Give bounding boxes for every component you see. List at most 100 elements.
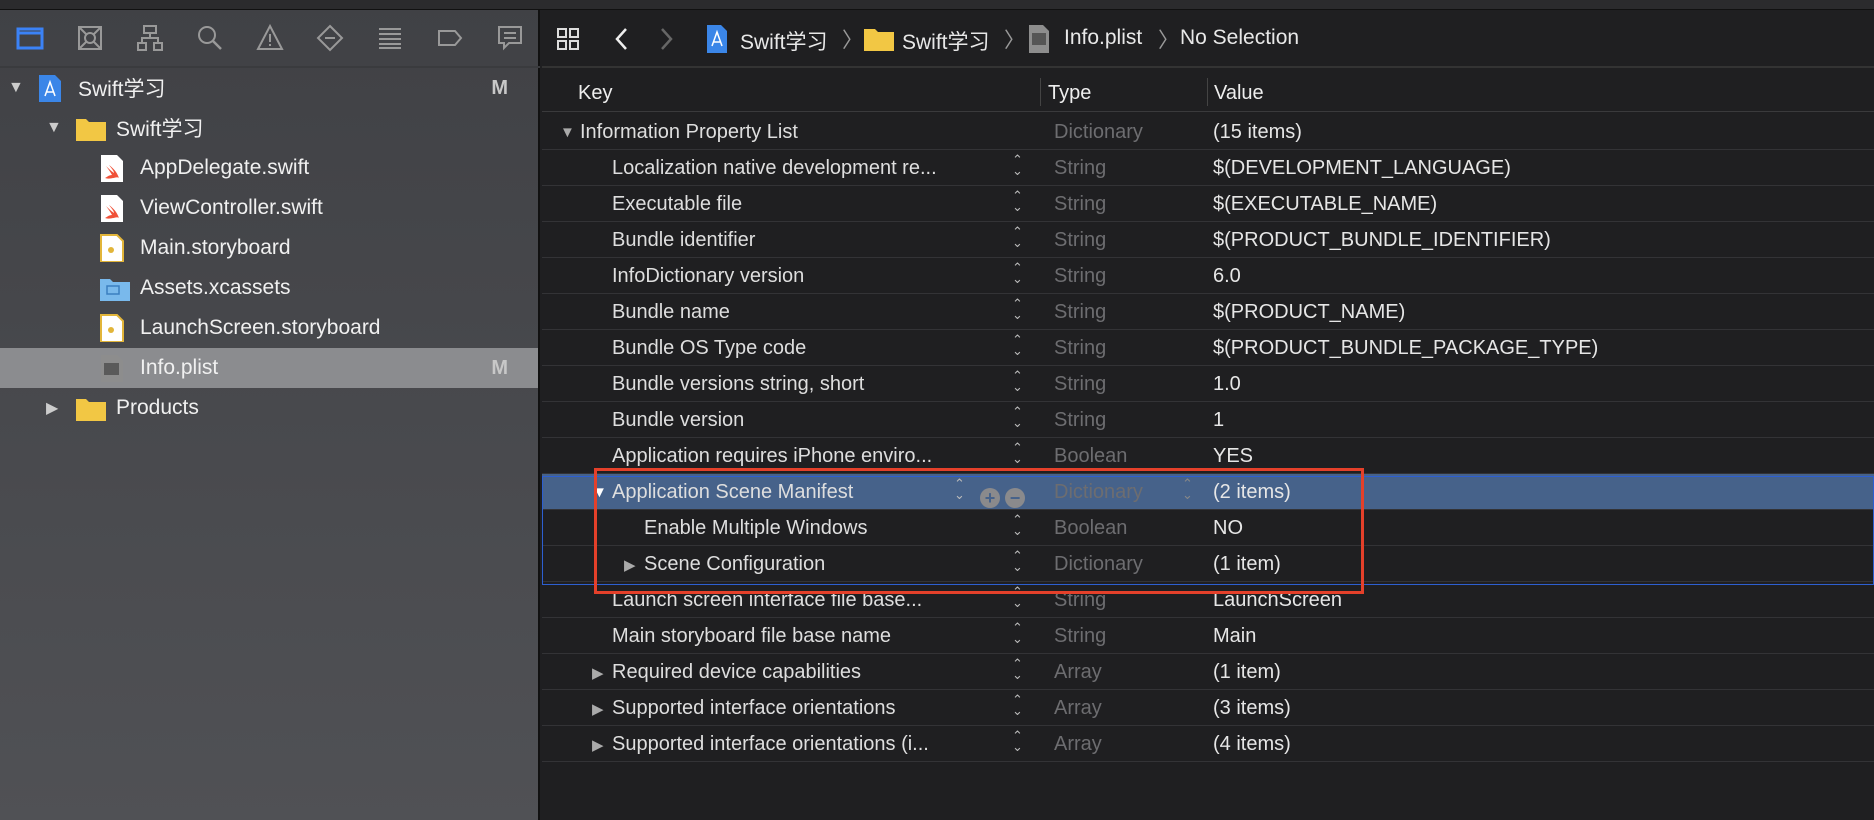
- navigator-item[interactable]: ViewController.swift: [0, 188, 538, 228]
- plist-key[interactable]: InfoDictionary version: [612, 265, 804, 288]
- plist-row[interactable]: Application requires iPhone enviro... ⌃ ⌄ B…: [542, 438, 1874, 474]
- plist-key[interactable]: Enable Multiple Windows: [644, 517, 867, 540]
- plist-key[interactable]: Bundle OS Type code: [612, 337, 806, 360]
- column-divider[interactable]: [1207, 78, 1208, 106]
- key-stepper-icon[interactable]: ⌃ ⌄: [1012, 261, 1023, 285]
- plist-row[interactable]: Bundle versions string, short ⌃ ⌄ String 1.0: [542, 366, 1874, 402]
- plist-value[interactable]: YES: [1213, 445, 1253, 468]
- plist-type[interactable]: Dictionary: [1054, 553, 1143, 576]
- key-stepper-icon[interactable]: ⌃ ⌄: [1012, 441, 1023, 465]
- key-stepper-icon[interactable]: ⌃ ⌄: [1012, 297, 1023, 321]
- key-stepper-icon[interactable]: ⌃ ⌄: [1012, 369, 1023, 393]
- navigator-item[interactable]: Main.storyboard: [0, 228, 538, 268]
- disclosure-open-icon[interactable]: ▼: [8, 79, 24, 97]
- navigator-item[interactable]: Assets.xcassets: [0, 268, 538, 308]
- navigator-item[interactable]: ▼ Swift学习: [0, 108, 538, 148]
- navigator-tab-debug[interactable]: [360, 9, 420, 67]
- breadcrumb-selection[interactable]: No Selection: [1180, 26, 1299, 50]
- navigator-item[interactable]: LaunchScreen.storyboard: [0, 308, 538, 348]
- column-header-type[interactable]: Type: [1048, 82, 1091, 105]
- plist-key[interactable]: Bundle versions string, short: [612, 373, 864, 396]
- plist-value[interactable]: NO: [1213, 517, 1243, 540]
- key-stepper-icon[interactable]: ⌃ ⌄: [1012, 225, 1023, 249]
- plist-row[interactable]: Bundle OS Type code ⌃ ⌄ String $(PRODUCT_BUN…: [542, 330, 1874, 366]
- plist-value[interactable]: (15 items): [1213, 121, 1302, 144]
- plist-value[interactable]: Main: [1213, 625, 1256, 648]
- plist-type[interactable]: Array: [1054, 661, 1102, 684]
- plist-type[interactable]: Array: [1054, 733, 1102, 756]
- plist-key[interactable]: Application requires iPhone enviro...: [612, 445, 932, 468]
- plist-row[interactable]: Localization native development re... ⌃ ⌄ S…: [542, 150, 1874, 186]
- navigator-tab-warning[interactable]: [240, 9, 300, 67]
- disclosure-closed-icon[interactable]: ▶: [592, 736, 604, 754]
- plist-value[interactable]: 1.0: [1213, 373, 1241, 396]
- plist-key[interactable]: Information Property List: [580, 121, 798, 144]
- plist-key[interactable]: Bundle identifier: [612, 229, 755, 252]
- plist-type[interactable]: String: [1054, 409, 1106, 432]
- plist-type[interactable]: String: [1054, 229, 1106, 252]
- key-stepper-icon[interactable]: ⌃ ⌄: [1012, 693, 1023, 717]
- navigator-tab-search[interactable]: [180, 9, 240, 67]
- related-items-icon[interactable]: [556, 27, 580, 51]
- breadcrumb-project[interactable]: Swift学习: [740, 26, 828, 56]
- plist-value[interactable]: (1 item): [1213, 661, 1281, 684]
- plist-row[interactable]: ▼ Application Scene Manifest ⌃ ⌄ + − Dictionar…: [542, 474, 1874, 510]
- plist-type[interactable]: String: [1054, 157, 1106, 180]
- disclosure-closed-icon[interactable]: ▶: [624, 556, 636, 574]
- plist-key[interactable]: Application Scene Manifest: [612, 481, 853, 504]
- plist-row[interactable]: ▶ Required device capabilities ⌃ ⌄ Array (1 i…: [542, 654, 1874, 690]
- plist-row[interactable]: Bundle version ⌃ ⌄ String 1: [542, 402, 1874, 438]
- disclosure-open-icon[interactable]: ▼: [560, 124, 575, 141]
- navigator-tab-source-control[interactable]: [60, 9, 120, 67]
- column-divider[interactable]: [1040, 78, 1041, 106]
- plist-row[interactable]: Executable file ⌃ ⌄ String $(EXECUTABLE_NAME…: [542, 186, 1874, 222]
- plist-value[interactable]: (1 item): [1213, 553, 1281, 576]
- plist-type[interactable]: Boolean: [1054, 445, 1127, 468]
- plist-key[interactable]: Main storyboard file base name: [612, 625, 891, 648]
- navigator-item[interactable]: ▼ Swift学习 M: [0, 68, 538, 108]
- plist-type[interactable]: Dictionary: [1054, 481, 1143, 504]
- navigator-item[interactable]: AppDelegate.swift: [0, 148, 538, 188]
- plist-type[interactable]: String: [1054, 373, 1106, 396]
- plist-row[interactable]: Bundle identifier ⌃ ⌄ String $(PRODUCT_BUNDL…: [542, 222, 1874, 258]
- key-stepper-icon[interactable]: ⌃ ⌄: [1012, 405, 1023, 429]
- plist-value[interactable]: 1: [1213, 409, 1224, 432]
- plist-value[interactable]: (4 items): [1213, 733, 1291, 756]
- plist-row[interactable]: ▶ Scene Configuration ⌃ ⌄ Dictionary (1 item): [542, 546, 1874, 582]
- plist-key[interactable]: Supported interface orientations (i...: [612, 733, 929, 756]
- breadcrumb-group[interactable]: Swift学习: [902, 26, 990, 56]
- plist-value[interactable]: $(DEVELOPMENT_LANGUAGE): [1213, 157, 1511, 180]
- disclosure-closed-icon[interactable]: ▶: [46, 398, 58, 418]
- disclosure-open-icon[interactable]: ▼: [592, 484, 607, 501]
- plist-type[interactable]: String: [1054, 337, 1106, 360]
- plist-row[interactable]: Enable Multiple Windows ⌃ ⌄ Boolean NO: [542, 510, 1874, 546]
- key-stepper-icon[interactable]: ⌃ ⌄: [1012, 657, 1023, 681]
- plist-type[interactable]: Boolean: [1054, 517, 1127, 540]
- key-stepper-icon[interactable]: ⌃ ⌄: [1012, 189, 1023, 213]
- key-stepper-icon[interactable]: ⌃ ⌄: [1012, 729, 1023, 753]
- back-icon[interactable]: [614, 27, 628, 51]
- navigator-item[interactable]: Info.plist M: [0, 348, 538, 388]
- plist-value[interactable]: (2 items): [1213, 481, 1291, 504]
- type-stepper-icon[interactable]: ⌃ ⌄: [1182, 477, 1193, 501]
- plist-key[interactable]: Localization native development re...: [612, 157, 937, 180]
- plist-type[interactable]: String: [1054, 193, 1106, 216]
- plist-value[interactable]: $(EXECUTABLE_NAME): [1213, 193, 1437, 216]
- forward-icon[interactable]: [660, 27, 674, 51]
- key-stepper-icon[interactable]: ⌃ ⌄: [1012, 585, 1023, 609]
- navigator-tab-test[interactable]: [300, 9, 360, 67]
- navigator-item[interactable]: ▶ Products: [0, 388, 538, 428]
- navigator-tab-report[interactable]: [480, 9, 540, 67]
- plist-row[interactable]: Bundle name ⌃ ⌄ String $(PRODUCT_NAME): [542, 294, 1874, 330]
- key-stepper-icon[interactable]: ⌃ ⌄: [1012, 621, 1023, 645]
- plist-type[interactable]: Array: [1054, 697, 1102, 720]
- key-stepper-icon[interactable]: ⌃ ⌄: [1012, 513, 1023, 537]
- column-header-value[interactable]: Value: [1214, 82, 1264, 105]
- navigator-tab-hierarchy[interactable]: [120, 9, 180, 67]
- plist-type[interactable]: Dictionary: [1054, 121, 1143, 144]
- disclosure-closed-icon[interactable]: ▶: [592, 700, 604, 718]
- navigator-tab-folder[interactable]: [0, 9, 60, 67]
- plist-value[interactable]: LaunchScreen: [1213, 589, 1342, 612]
- plist-key[interactable]: Supported interface orientations: [612, 697, 896, 720]
- plist-key[interactable]: Required device capabilities: [612, 661, 861, 684]
